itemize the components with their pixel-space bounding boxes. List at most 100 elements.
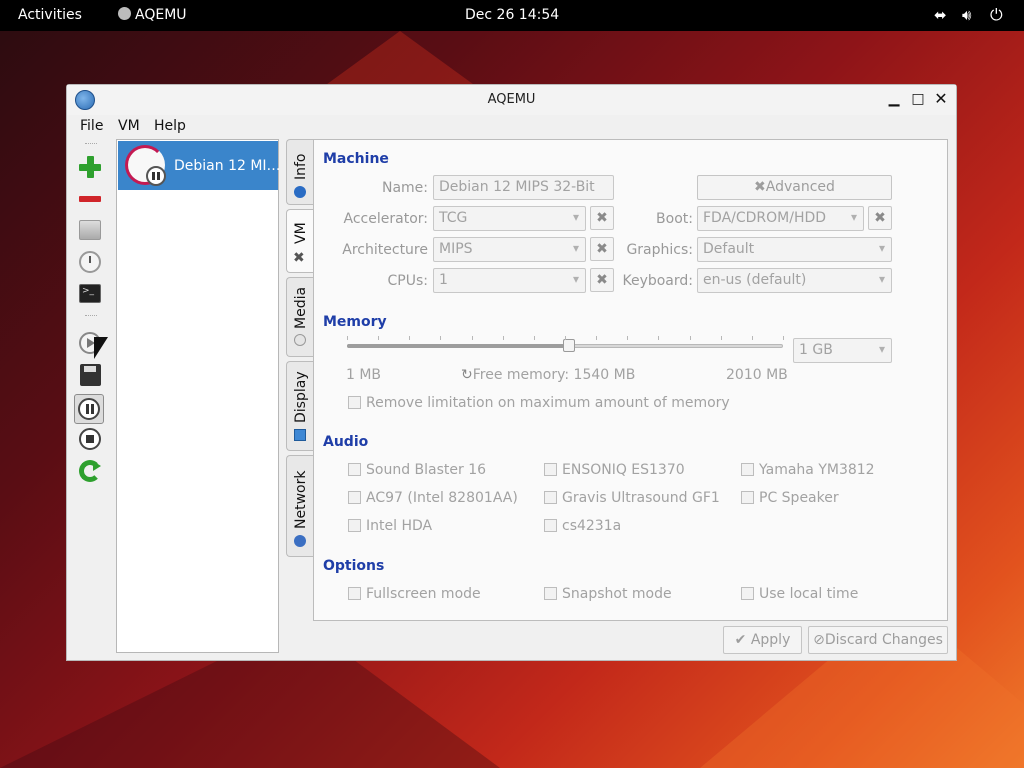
- activities-button[interactable]: Activities: [18, 7, 82, 23]
- cpus-settings-icon[interactable]: ✖: [590, 268, 614, 292]
- vm-list-item[interactable]: Debian 12 MI…: [118, 141, 281, 190]
- toolbar-grip[interactable]: [85, 315, 97, 319]
- graphics-select[interactable]: Default: [697, 237, 892, 262]
- audio-label: Sound Blaster 16: [366, 462, 487, 478]
- pause-button[interactable]: [74, 394, 104, 424]
- title-bar[interactable]: AQEMU ▁ □ ✕: [67, 85, 956, 115]
- audio-label: AC97 (Intel 82801AA): [366, 490, 518, 506]
- app-icon: [118, 7, 131, 20]
- audio-checkbox[interactable]: [544, 491, 557, 504]
- audio-checkbox[interactable]: [348, 519, 361, 532]
- refresh-icon[interactable]: ↻: [461, 367, 473, 383]
- aqemu-window: AQEMU ▁ □ ✕ File VM Help >_ Debian 12 MI…: [66, 84, 957, 661]
- vm-name-field[interactable]: Debian 12 MIPS 32-Bit: [433, 175, 614, 200]
- slider-fill: [347, 344, 570, 348]
- check-icon: ✔: [734, 632, 747, 648]
- boot-label: Boot:: [656, 211, 693, 227]
- remove-limit-checkbox[interactable]: [348, 396, 361, 409]
- top-bar: Activities AQEMU Dec 26 14:54 ⬌ 🔊︎ ⏻: [0, 0, 1024, 31]
- network-icon[interactable]: ⬌: [934, 6, 947, 24]
- reset-icon[interactable]: [77, 458, 103, 484]
- slider-tick: [751, 336, 753, 340]
- clock-icon[interactable]: [77, 249, 103, 275]
- apply-button[interactable]: ✔ Apply: [723, 626, 802, 654]
- menu-help[interactable]: Help: [154, 118, 186, 134]
- architecture-settings-icon[interactable]: ✖: [590, 237, 614, 261]
- tab-info[interactable]: Info: [286, 139, 314, 205]
- audio-checkbox[interactable]: [741, 463, 754, 476]
- advanced-label: Advanced: [765, 179, 835, 195]
- menu-file[interactable]: File: [80, 118, 103, 134]
- tab-media[interactable]: Media: [286, 277, 314, 357]
- clock[interactable]: Dec 26 14:54: [465, 7, 559, 23]
- tab-display[interactable]: Display: [286, 361, 314, 451]
- paused-state-icon: [146, 166, 166, 186]
- add-vm-icon[interactable]: [77, 154, 103, 180]
- slider-tick: [440, 336, 442, 340]
- audio-label: cs4231a: [562, 518, 622, 534]
- toolbar-grip[interactable]: [85, 143, 97, 147]
- display-icon: [294, 429, 306, 441]
- local-time-checkbox[interactable]: [741, 587, 754, 600]
- slider-tick: [689, 336, 691, 340]
- audio-label: PC Speaker: [759, 490, 839, 506]
- memory-min-label: 1 MB: [346, 367, 382, 383]
- slider-tick: [347, 336, 348, 340]
- accelerator-settings-icon[interactable]: ✖: [590, 206, 614, 230]
- memory-size-select[interactable]: 1 GB: [793, 338, 892, 363]
- audio-checkbox[interactable]: [741, 491, 754, 504]
- vm-settings-panel: Machine Name: Debian 12 MIPS 32-Bit ✖Adv…: [313, 139, 948, 621]
- app-menu-label: AQEMU: [135, 7, 187, 23]
- volume-icon[interactable]: 🔊︎: [962, 6, 971, 24]
- cancel-icon: ⊘: [813, 632, 825, 648]
- memory-slider[interactable]: [347, 339, 783, 352]
- cpus-spinbox[interactable]: 1: [433, 268, 586, 293]
- snapshot-checkbox[interactable]: [544, 587, 557, 600]
- slider-handle[interactable]: [563, 339, 576, 352]
- apply-label: Apply: [750, 632, 791, 648]
- delete-vm-icon[interactable]: [77, 186, 103, 212]
- audio-heading: Audio: [323, 434, 369, 450]
- save-icon[interactable]: [77, 362, 103, 388]
- audio-checkbox[interactable]: [348, 491, 361, 504]
- boot-select[interactable]: FDA/CDROM/HDD: [697, 206, 864, 231]
- vm-list[interactable]: Debian 12 MI…: [116, 139, 281, 653]
- power-icon[interactable]: ⏻: [990, 5, 1003, 25]
- accelerator-select[interactable]: TCG: [433, 206, 586, 231]
- globe-icon: [294, 535, 306, 547]
- local-time-label: Use local time: [759, 586, 859, 602]
- audio-checkbox[interactable]: [544, 519, 557, 532]
- app-menu[interactable]: AQEMU: [118, 7, 187, 23]
- terminal-icon[interactable]: >_: [77, 281, 103, 307]
- tab-network[interactable]: Network: [286, 455, 314, 557]
- audio-checkbox[interactable]: [348, 463, 361, 476]
- advanced-button[interactable]: ✖Advanced: [697, 175, 892, 200]
- slider-tick: [720, 336, 722, 340]
- audio-checkbox[interactable]: [544, 463, 557, 476]
- discard-changes-button[interactable]: ⊘Discard Changes: [808, 626, 948, 654]
- slider-tick: [502, 336, 504, 340]
- graphics-label: Graphics:: [626, 242, 693, 258]
- hard-drive-icon[interactable]: [77, 217, 103, 243]
- tab-info-label: Info: [293, 153, 309, 181]
- audio-label: ENSONIQ ES1370: [562, 462, 685, 478]
- stop-icon[interactable]: [77, 426, 103, 452]
- snapshot-label: Snapshot mode: [562, 586, 672, 602]
- audio-label: Intel HDA: [366, 518, 433, 534]
- boot-settings-icon[interactable]: ✖: [868, 206, 892, 230]
- architecture-select[interactable]: MIPS: [433, 237, 586, 262]
- close-icon[interactable]: ✕: [932, 90, 950, 108]
- menu-vm[interactable]: VM: [118, 118, 140, 134]
- options-heading: Options: [323, 558, 385, 574]
- name-label: Name:: [381, 180, 428, 196]
- keyboard-select[interactable]: en-us (default): [697, 268, 892, 293]
- vm-name: Debian 12 MI…: [174, 158, 281, 174]
- machine-heading: Machine: [323, 151, 389, 167]
- tab-display-label: Display: [293, 371, 309, 423]
- tab-vm[interactable]: VM ✖: [286, 209, 314, 273]
- fullscreen-checkbox[interactable]: [348, 587, 361, 600]
- slider-tick: [658, 336, 660, 340]
- maximize-icon[interactable]: □: [909, 90, 927, 108]
- mouse-cursor-icon: [94, 337, 108, 359]
- minimize-icon[interactable]: ▁: [885, 90, 903, 108]
